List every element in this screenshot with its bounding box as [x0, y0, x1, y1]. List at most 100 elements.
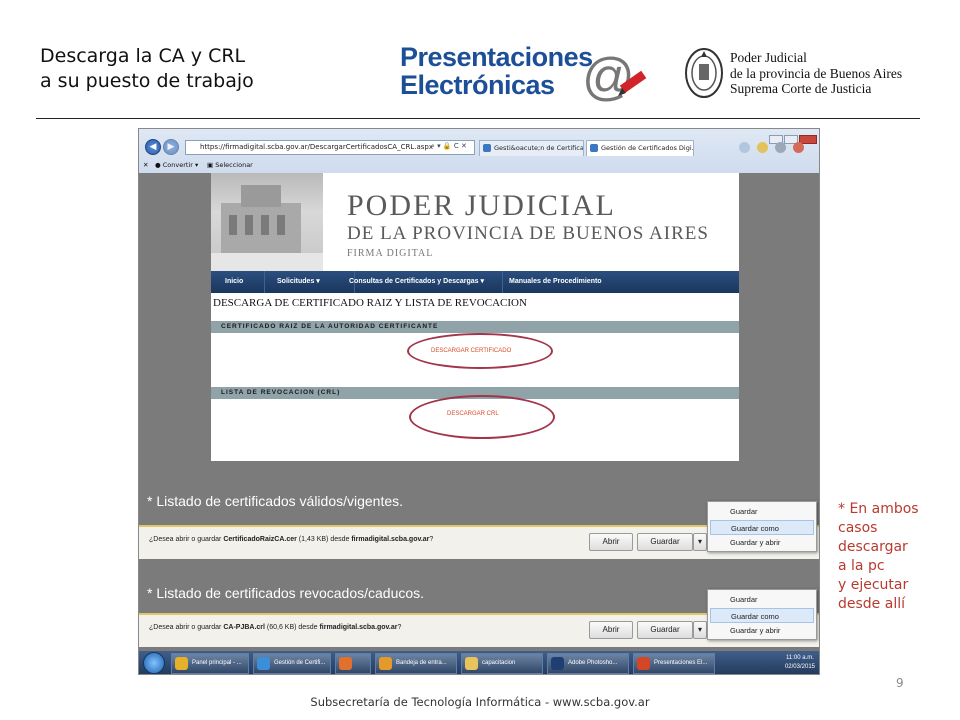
convert-button[interactable]: ● Convertir ▾	[155, 158, 198, 172]
tab-2[interactable]: Gestión de Certificados Digi...	[586, 140, 694, 156]
taskbar-label: Presentaciones El...	[654, 660, 708, 666]
institution-name: Poder Judicial de la provincia de Buenos…	[730, 50, 902, 97]
nav-consultas[interactable]: Consultas de Certificados y Descargas ▾	[343, 271, 503, 293]
at-pencil-icon: @	[582, 48, 647, 104]
convert-label: Convertir	[162, 161, 193, 169]
menu-save-and-open[interactable]: Guardar y abrir	[710, 535, 814, 550]
open-button[interactable]: Abrir	[589, 533, 633, 551]
open-button[interactable]: Abrir	[589, 621, 633, 639]
highlight-oval	[407, 333, 553, 369]
taskbar-item-folder[interactable]: capacitacion	[461, 653, 543, 674]
side-note-line: casos	[838, 520, 878, 536]
taskbar-item-ie[interactable]: Gestión de Certifi...	[253, 653, 331, 674]
nav-inicio[interactable]: Inicio	[219, 271, 265, 293]
presentaciones-electronicas-logo: Presentaciones Electrónicas @	[400, 42, 675, 104]
taskbar-item-outlook[interactable]: Bandeja de entra...	[375, 653, 457, 674]
site-title: Poder Judicial	[347, 189, 616, 222]
clock-date: 02/03/2015	[784, 664, 815, 670]
dl-suffix: ?	[429, 536, 434, 543]
clock-time: 11:00 a.m.	[786, 655, 814, 661]
slide-title-line1: Descarga la CA y CRL	[40, 45, 246, 67]
tab-1-label: Gesti&oacute;n de Certificado...	[494, 144, 584, 152]
svg-text:@: @	[582, 48, 635, 104]
outlook-icon	[379, 657, 392, 670]
tab-favicon-icon	[483, 144, 491, 152]
menu-save[interactable]: Guardar	[710, 592, 814, 607]
institution-line2: de la provincia de Buenos Aires	[730, 65, 903, 81]
photoshop-icon	[551, 657, 564, 670]
close-bar-icon[interactable]: ✕	[143, 158, 148, 172]
nav-manuales[interactable]: Manuales de Procedimiento	[503, 271, 613, 293]
powerpoint-icon	[637, 657, 650, 670]
taskbar-label: capacitacion	[482, 660, 516, 666]
download-question: ¿Desea abrir o guardar CertificadoRaizCA…	[149, 536, 433, 543]
tab-1[interactable]: Gesti&oacute;n de Certificado...	[479, 140, 584, 156]
side-note-line: y ejecutar	[838, 577, 909, 593]
site-tagline: FIRMA DIGITAL	[347, 248, 434, 259]
taskbar-label: Adobe Photosho...	[568, 660, 618, 666]
ie-icon	[257, 657, 270, 670]
dl-site: firmadigital.scba.gov.ar	[319, 624, 398, 631]
save-button[interactable]: Guardar	[637, 621, 693, 639]
site-nav: Inicio Solicitudes ▾ Consultas de Certif…	[211, 271, 739, 293]
home-icon[interactable]	[739, 142, 750, 153]
forward-button[interactable]: ▶	[163, 139, 179, 155]
gear-icon[interactable]	[775, 142, 786, 153]
side-note-line: desde allí	[838, 596, 905, 612]
menu-save[interactable]: Guardar	[710, 504, 814, 519]
taskbar-item-photoshop[interactable]: Adobe Photosho...	[547, 653, 629, 674]
system-clock[interactable]: 11:00 a.m. 02/03/2015	[785, 654, 815, 672]
side-note-line: descargar	[838, 539, 908, 555]
smiley-icon[interactable]	[793, 142, 804, 153]
save-menu: Guardar Guardar como Guardar y abrir	[707, 589, 817, 640]
logo-line2: Electrónicas	[400, 70, 555, 100]
site-heading: DESCARGA DE CERTIFICADO RAIZ Y LISTA DE …	[213, 297, 527, 309]
building-image	[211, 173, 323, 271]
dl-size: (60,6 KB) desde	[264, 624, 320, 631]
taskbar-item-firefox[interactable]	[335, 653, 371, 674]
command-bar: ✕ ● Convertir ▾ ▣ Seleccionar	[139, 158, 819, 172]
save-menu: Guardar Guardar como Guardar y abrir	[707, 501, 817, 552]
save-dropdown-button[interactable]: ▾	[693, 533, 707, 551]
save-button[interactable]: Guardar	[637, 533, 693, 551]
website-content: Poder Judicial de la Provincia de Buenos…	[211, 173, 739, 461]
download-question: ¿Desea abrir o guardar CA-PJBA.crl (60,6…	[149, 624, 401, 631]
side-note: * En ambos casos descargar a la pc y eje…	[838, 500, 919, 614]
page-number: 9	[896, 676, 904, 690]
taskbar-label: Bandeja de entra...	[396, 660, 447, 666]
dl-prefix: ¿Desea abrir o guardar	[149, 536, 224, 543]
dl-filename: CA-PJBA.crl	[223, 624, 265, 631]
taskbar-item-chrome[interactable]: Panel principal - ...	[171, 653, 249, 674]
menu-save-and-open[interactable]: Guardar y abrir	[710, 623, 814, 638]
institution-line3: Suprema Corte de Justicia	[730, 81, 872, 96]
tab-2-label: Gestión de Certificados Digi...	[601, 144, 694, 152]
start-button[interactable]	[143, 652, 165, 674]
menu-save-as[interactable]: Guardar como	[710, 520, 814, 535]
site-banner: Poder Judicial de la Provincia de Buenos…	[211, 173, 739, 271]
favorites-star-icon[interactable]	[757, 142, 768, 153]
footer: Subsecretaría de Tecnología Informática …	[310, 695, 650, 709]
taskbar-label: Gestión de Certifi...	[274, 660, 326, 666]
select-button[interactable]: ▣ Seleccionar	[207, 158, 253, 172]
chrome-icon	[175, 657, 188, 670]
dl-size: (1,43 KB) desde	[296, 536, 352, 543]
taskbar-item-powerpoint[interactable]: Presentaciones El...	[633, 653, 715, 674]
highlight-oval	[409, 395, 555, 439]
tab-favicon-icon	[590, 144, 598, 152]
building-illustration	[211, 185, 323, 271]
side-note-line: * En ambos	[838, 501, 919, 517]
dl-prefix: ¿Desea abrir o guardar	[149, 624, 224, 631]
taskbar: Panel principal - ... Gestión de Certifi…	[139, 651, 819, 674]
slide-title-line2: a su puesto de trabajo	[40, 70, 254, 92]
section-ca: CERTIFICADO RAIZ DE LA AUTORIDAD CERTIFI…	[211, 321, 739, 333]
slide-title: Descarga la CA y CRL a su puesto de trab…	[40, 44, 254, 94]
browser-screenshot: ◀ ▶ https://firmadigital.scba.gov.ar/Des…	[138, 128, 820, 675]
select-label: Seleccionar	[215, 161, 253, 169]
address-controls[interactable]: ⌕ ▾ 🔒 C ✕	[431, 140, 467, 153]
back-button[interactable]: ◀	[145, 139, 161, 155]
seal-icon	[685, 48, 723, 98]
logo-line1: Presentaciones	[400, 42, 593, 72]
taskbar-label: Panel principal - ...	[192, 660, 242, 666]
menu-save-as[interactable]: Guardar como	[710, 608, 814, 623]
save-dropdown-button[interactable]: ▾	[693, 621, 707, 639]
